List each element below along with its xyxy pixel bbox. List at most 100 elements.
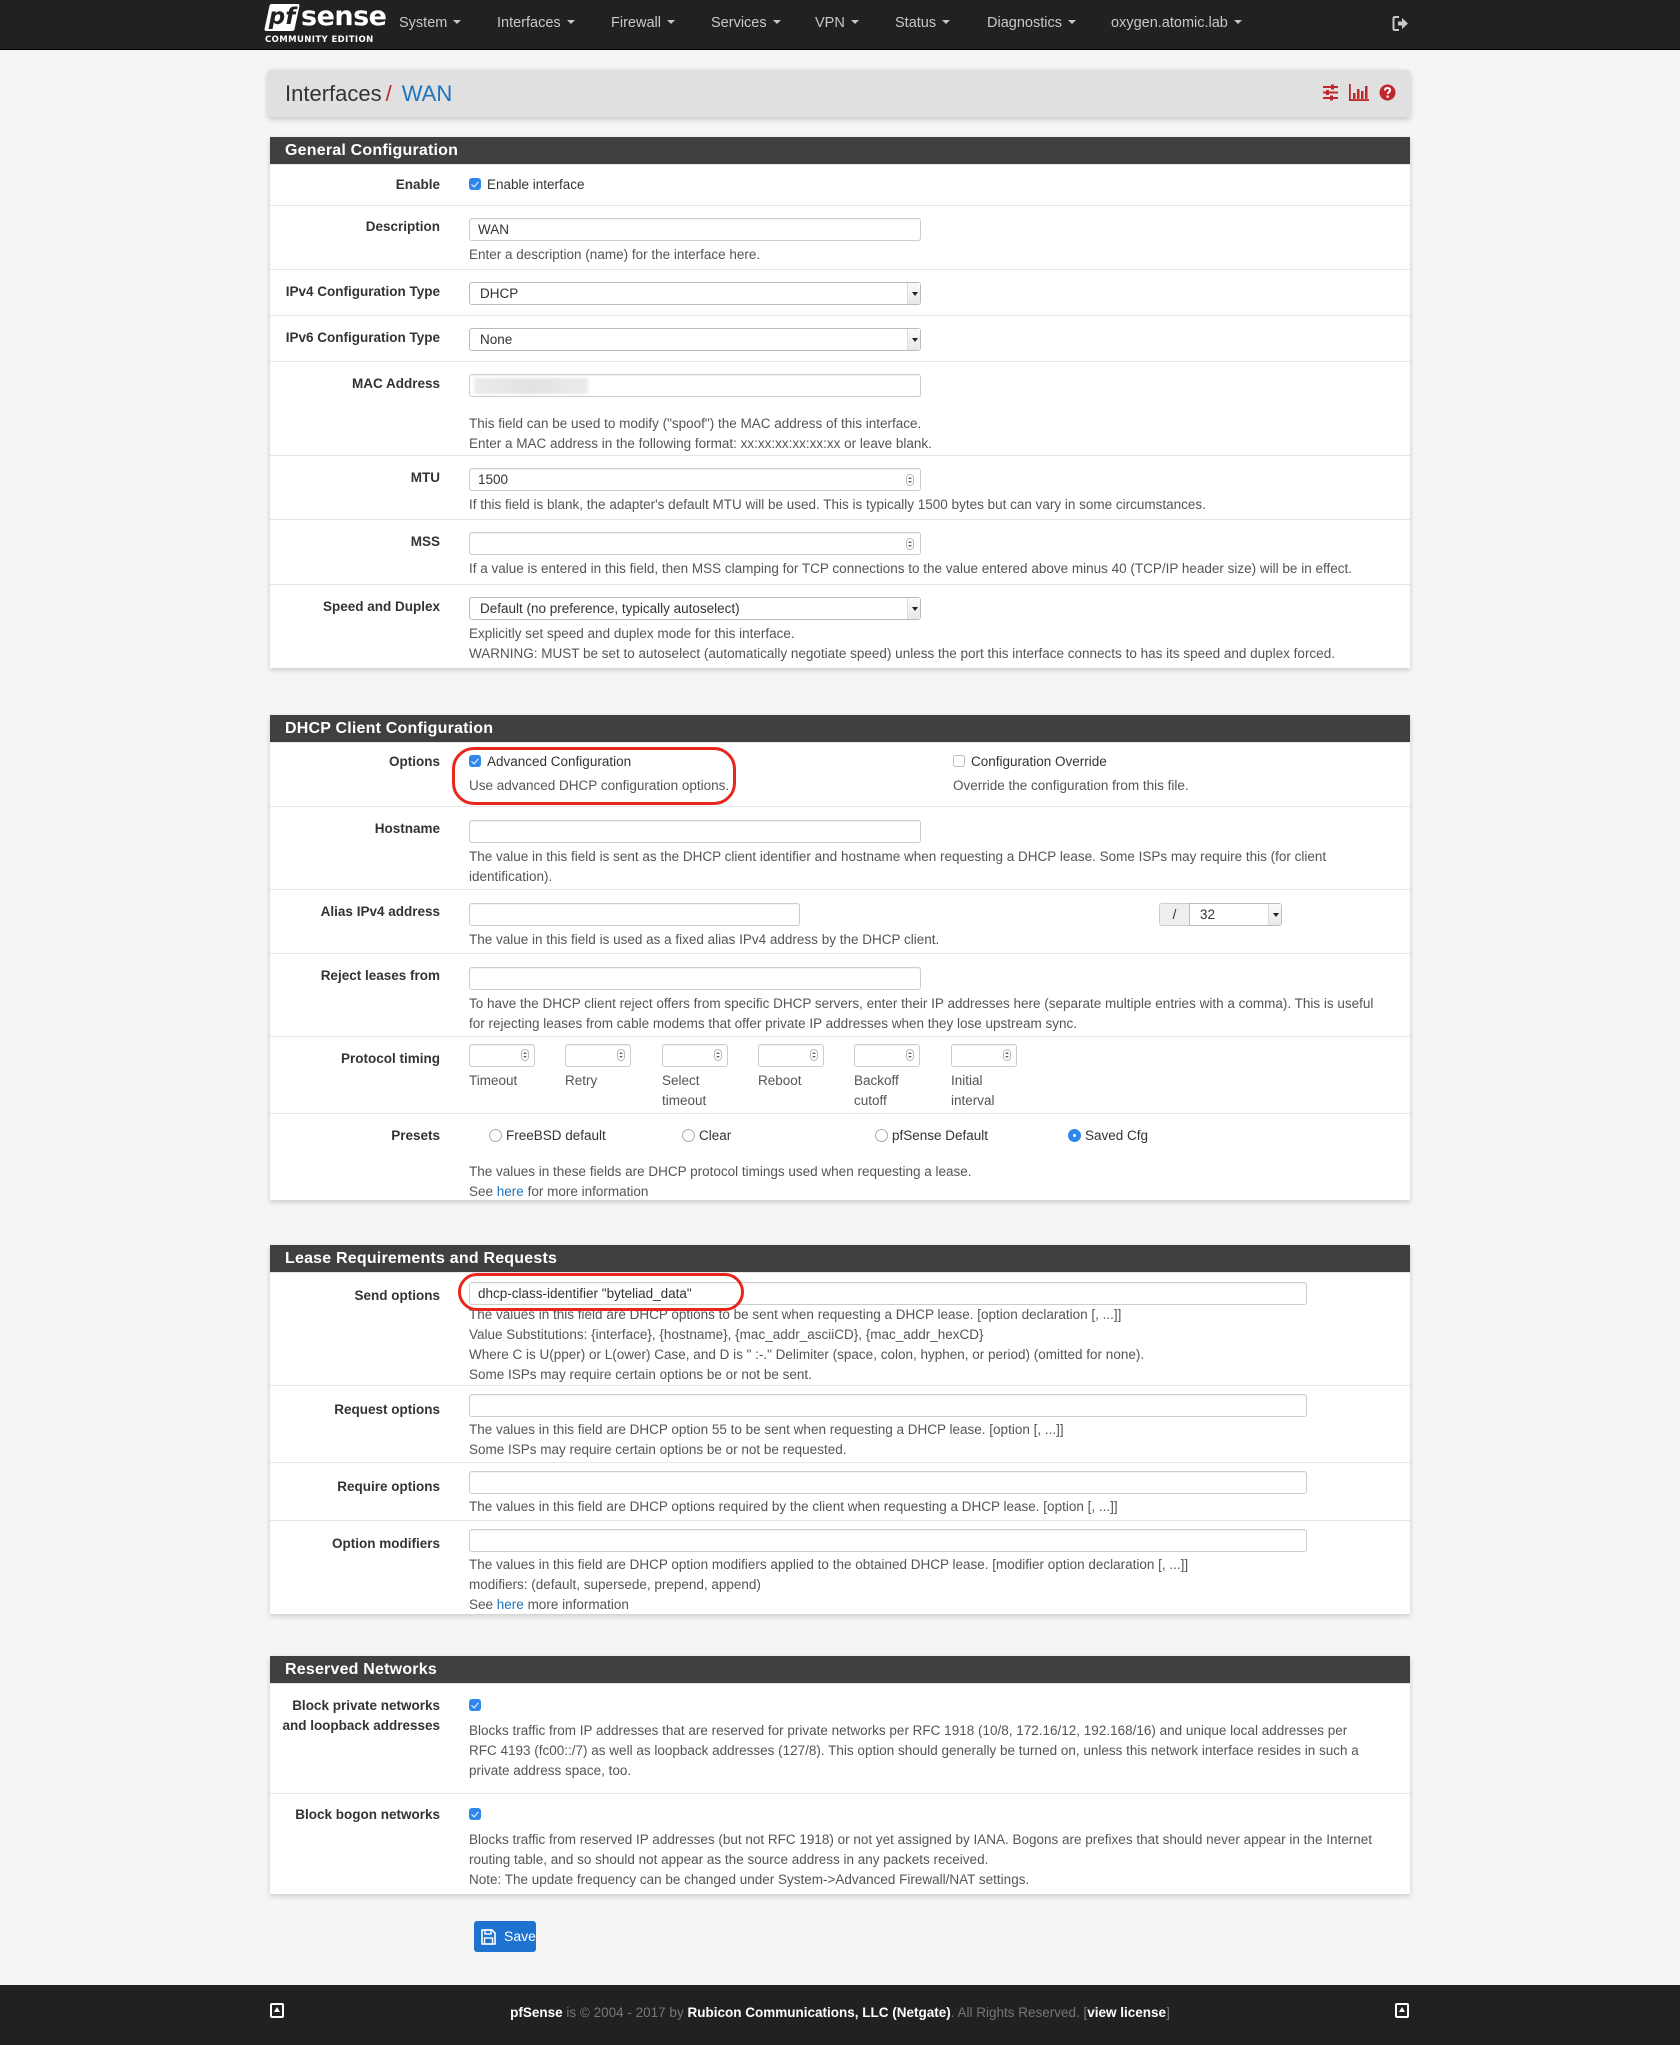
radio-unselected-icon[interactable] [875,1129,888,1142]
logout-button[interactable] [1392,15,1410,32]
alias-ipv4-input[interactable] [469,903,800,926]
nav-menu-status[interactable]: Status [895,15,951,31]
page-footer: pfSense is © 2004 - 2017 by Rubicon Comm… [0,1985,1680,2045]
speed-duplex-select[interactable]: Default (no preference, typically autose… [469,597,921,620]
description-input[interactable]: WAN [469,218,921,241]
alias-ipv4-label: Alias IPv4 address [320,904,440,919]
spinner-icon[interactable] [617,1049,625,1061]
option-modifiers-label: Option modifiers [332,1536,440,1551]
advanced-configuration-help: Use advanced DHCP configuration options. [469,778,730,793]
option-modifiers-input[interactable] [469,1529,1307,1552]
nav-menu-firewall[interactable]: Firewall [611,15,675,31]
lease-requirements-panel: Lease Requirements and Requests Send opt… [270,1245,1410,1614]
spinner-icon[interactable] [906,1049,914,1061]
ipv4-type-select[interactable]: DHCP [469,282,921,305]
require-options-input[interactable] [469,1471,1307,1494]
nav-menu-diagnostics[interactable]: Diagnostics [987,15,1076,31]
checkbox-checked-icon[interactable] [469,178,481,190]
breadcrumb: Interfaces / WAN [285,81,452,107]
block-private-help-line3: private address space, too. [469,1763,632,1778]
scroll-top-icon[interactable] [1395,2003,1409,2018]
caret-down-icon [566,20,575,24]
breadcrumb-parent[interactable]: Interfaces [285,81,382,106]
spinner-icon[interactable] [906,474,914,486]
spinner-icon[interactable] [521,1049,529,1061]
nav-menu-interfaces[interactable]: Interfaces [497,15,575,31]
radio-unselected-icon[interactable] [682,1129,695,1142]
configuration-override-checkbox[interactable]: Configuration Override [953,752,1189,772]
send-options-help-line4: Some ISPs may require certain options be… [469,1367,812,1382]
help-question-icon[interactable] [1379,84,1396,101]
hostname-help-line2: identification). [469,869,553,884]
checkbox-checked-icon[interactable] [469,755,481,767]
dropdown-arrow-icon [907,283,920,304]
reject-leases-input[interactable] [469,967,921,990]
sign-out-icon [1392,16,1408,31]
mtu-input[interactable]: 1500 [469,468,921,491]
nav-menu-system[interactable]: System [399,15,462,31]
spinner-icon[interactable] [810,1049,818,1061]
breadcrumb-current[interactable]: WAN [402,81,453,106]
radio-selected-icon[interactable] [1068,1129,1081,1142]
block-private-checkbox[interactable] [469,1699,481,1711]
top-navbar: pf sense COMMUNITY EDITION System Interf… [0,0,1680,50]
request-options-input[interactable] [469,1394,1307,1417]
caret-down-icon [772,20,781,24]
send-options-label: Send options [354,1288,441,1303]
spinner-icon[interactable] [714,1049,722,1061]
save-icon [481,1929,496,1945]
mac-address-input[interactable] [469,374,921,397]
alias-cidr-select[interactable]: 32 [1189,903,1282,926]
panel-heading: DHCP Client Configuration [270,715,1410,742]
nav-menu-hostname[interactable]: oxygen.atomic.lab [1111,15,1242,31]
preset-clear-radio[interactable]: Clear [682,1126,731,1146]
ipv4-type-row: IPv4 Configuration Type DHCP [270,269,1410,315]
caret-down-icon [942,20,951,24]
dropdown-arrow-icon [1268,904,1281,925]
timing-reboot: Reboot [758,1044,824,1091]
advanced-configuration-checkbox[interactable]: Advanced Configuration [469,752,729,772]
sliders-icon[interactable] [1322,84,1339,101]
save-button[interactable]: Save [474,1921,536,1952]
mtu-row: MTU 1500 If this field is blank, the ada… [270,455,1410,519]
title-actions [1322,84,1396,101]
timing-select-timeout: Select timeout [662,1044,728,1111]
mac-address-row: MAC Address This field can be used to mo… [270,361,1410,455]
speed-help-line1: Explicitly set speed and duplex mode for… [469,626,795,641]
spinner-icon[interactable] [1003,1049,1011,1061]
block-bogon-checkbox[interactable] [469,1808,481,1820]
request-options-row: Request options The values in this field… [270,1385,1410,1462]
presets-row: Presets FreeBSD default Clear pfSense De… [270,1113,1410,1201]
send-options-help-line1: The values in this field are DHCP option… [469,1307,1122,1322]
reject-leases-row: Reject leases from To have the DHCP clie… [270,953,1410,1036]
hostname-row: Hostname The value in this field is sent… [270,806,1410,889]
mss-input[interactable] [469,532,921,555]
presets-help-line2: See here for more information [469,1184,649,1199]
preset-freebsd-default-radio[interactable]: FreeBSD default [489,1126,606,1146]
send-options-input[interactable]: dhcp-class-identifier "byteliad_data" [469,1282,1307,1305]
hostname-input[interactable] [469,820,921,843]
modifiers-here-link[interactable]: here [497,1597,524,1612]
caret-down-icon [1233,20,1242,24]
bar-chart-icon[interactable] [1349,84,1369,101]
block-bogon-row: Block bogon networks Blocks traffic from… [270,1793,1410,1893]
alias-ipv4-help: The value in this field is used as a fix… [469,932,940,947]
spinner-icon[interactable] [906,538,914,550]
speed-duplex-row: Speed and Duplex Default (no preference,… [270,584,1410,667]
radio-unselected-icon[interactable] [489,1129,502,1142]
enable-interface-checkbox[interactable]: Enable interface [469,175,585,195]
view-license-link[interactable]: view license [1087,2005,1166,2020]
preset-saved-cfg-radio[interactable]: Saved Cfg [1068,1126,1148,1146]
checkbox-unchecked-icon[interactable] [953,755,965,767]
reject-leases-help-line2: for rejecting leases from cable modems t… [469,1016,1078,1031]
presets-here-link[interactable]: here [497,1184,524,1199]
pfsense-logo[interactable]: pf sense COMMUNITY EDITION [264,1,387,46]
nav-menu-vpn[interactable]: VPN [815,15,859,31]
ipv6-type-select[interactable]: None [469,328,921,351]
nav-menu-services[interactable]: Services [711,15,781,31]
speed-help-line2: WARNING: MUST be set to autoselect (auto… [469,646,1335,661]
dropdown-arrow-icon [907,598,920,619]
preset-pfsense-default-radio[interactable]: pfSense Default [875,1126,988,1146]
block-bogon-help-line3: Note: The update frequency can be change… [469,1872,1030,1887]
hostname-label: Hostname [374,821,440,836]
